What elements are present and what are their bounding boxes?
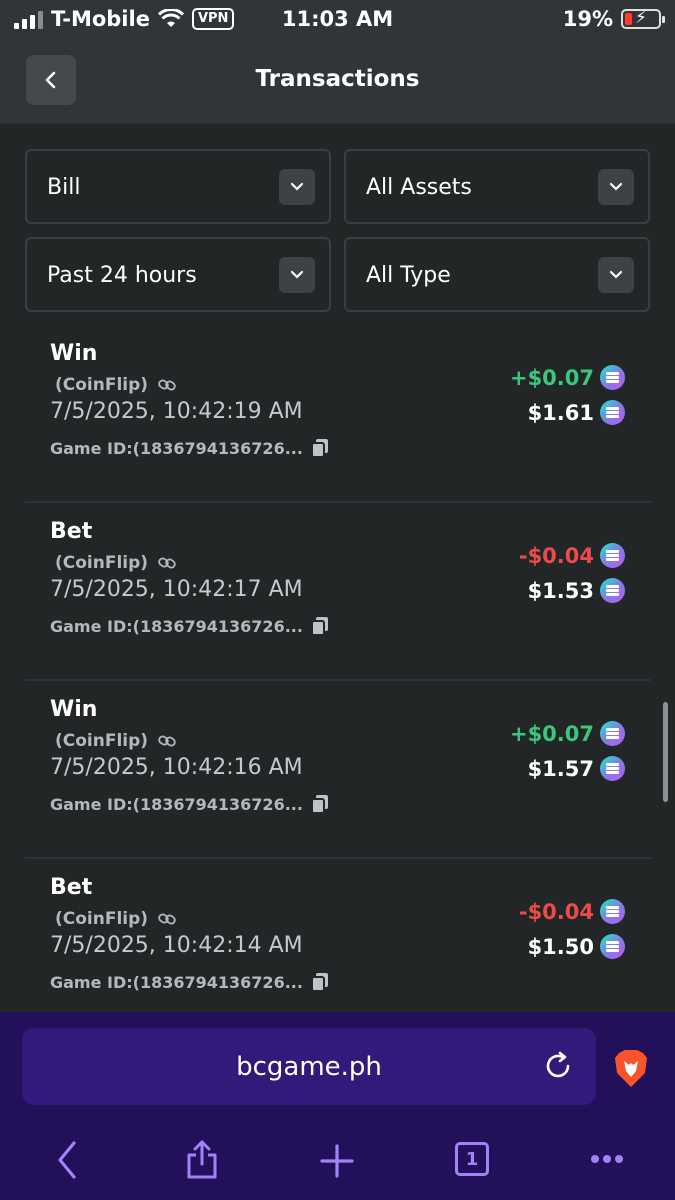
solana-coin-icon	[600, 400, 625, 425]
transaction-amount: -$0.04	[519, 543, 625, 568]
assets-filter[interactable]: All Assets	[344, 149, 650, 224]
transaction-type: Win	[50, 341, 98, 366]
page-title: Transactions	[255, 66, 420, 92]
browser-bottom-bar: bcgame.ph 1	[0, 1012, 675, 1200]
assets-filter-label: All Assets	[366, 175, 472, 200]
more-menu-icon[interactable]	[590, 1154, 624, 1164]
url-text: bcgame.ph	[236, 1052, 382, 1082]
period-filter[interactable]: Past 24 hours	[25, 237, 331, 312]
transaction-game[interactable]: (CoinFlip)	[55, 909, 176, 929]
chevron-down-icon	[279, 257, 315, 293]
game-id: Game ID:(1836794136726...	[50, 972, 330, 992]
balance-value: $1.61	[527, 400, 594, 425]
solana-coin-icon	[600, 365, 625, 390]
transaction-type: Bet	[50, 875, 93, 900]
solana-coin-icon	[600, 756, 625, 781]
amount-value: +$0.07	[509, 365, 594, 390]
solana-coin-icon	[600, 578, 625, 603]
copy-icon[interactable]	[310, 794, 330, 814]
transaction-game[interactable]: (CoinFlip)	[55, 731, 176, 751]
transaction-balance: $1.57	[528, 756, 625, 781]
transaction-balance: $1.53	[528, 578, 625, 603]
transaction-row[interactable]: Win (CoinFlip) 7/5/2025, 10:42:19 AM Gam…	[25, 325, 651, 503]
transaction-amount: +$0.07	[510, 365, 625, 390]
transaction-type: Win	[50, 697, 98, 722]
tab-count: 1	[465, 1148, 479, 1170]
transaction-type: Bet	[50, 519, 93, 544]
scrollbar[interactable]	[663, 702, 668, 802]
battery-icon: ⚡	[621, 8, 665, 29]
balance-value: $1.57	[527, 756, 594, 781]
share-icon[interactable]	[185, 1140, 219, 1180]
chevron-down-icon	[279, 169, 315, 205]
category-filter-label: Bill	[47, 175, 81, 200]
transaction-amount: -$0.04	[519, 899, 625, 924]
back-arrow-icon[interactable]	[54, 1140, 80, 1180]
game-name: (CoinFlip)	[55, 731, 149, 751]
game-name: (CoinFlip)	[55, 553, 149, 573]
transaction-balance: $1.61	[528, 400, 625, 425]
amount-value: +$0.07	[509, 721, 594, 746]
game-id: Game ID:(1836794136726...	[50, 616, 330, 636]
transaction-row[interactable]: Win (CoinFlip) 7/5/2025, 10:42:16 AM Gam…	[25, 681, 651, 859]
solana-coin-icon	[600, 543, 625, 568]
copy-icon[interactable]	[310, 616, 330, 636]
game-id-text: Game ID:(1836794136726...	[50, 794, 303, 814]
link-icon[interactable]	[158, 734, 176, 748]
status-bar: T-Mobile VPN 11:03 AM 19% ⚡	[0, 0, 675, 40]
game-id: Game ID:(1836794136726...	[50, 794, 330, 814]
game-id-text: Game ID:(1836794136726...	[50, 438, 303, 458]
solana-coin-icon	[600, 721, 625, 746]
transaction-game[interactable]: (CoinFlip)	[55, 375, 176, 395]
tabs-button[interactable]: 1	[455, 1142, 489, 1176]
transaction-row[interactable]: Bet (CoinFlip) 7/5/2025, 10:42:14 AM Gam…	[25, 859, 651, 1037]
app-header: Transactions	[0, 40, 675, 124]
copy-icon[interactable]	[310, 972, 330, 992]
game-id: Game ID:(1836794136726...	[50, 438, 330, 458]
transaction-game[interactable]: (CoinFlip)	[55, 553, 176, 573]
link-icon[interactable]	[158, 912, 176, 926]
battery-percent: 19%	[562, 7, 613, 31]
chevron-down-icon	[598, 257, 634, 293]
transaction-date: 7/5/2025, 10:42:16 AM	[50, 755, 303, 780]
transaction-date: 7/5/2025, 10:42:17 AM	[50, 577, 303, 602]
link-icon[interactable]	[158, 378, 176, 392]
solana-coin-icon	[600, 934, 625, 959]
type-filter-label: All Type	[366, 263, 451, 288]
transaction-list: Win (CoinFlip) 7/5/2025, 10:42:19 AM Gam…	[25, 325, 651, 1037]
transaction-amount: +$0.07	[510, 721, 625, 746]
copy-icon[interactable]	[310, 438, 330, 458]
balance-value: $1.50	[527, 934, 594, 959]
browser-toolbar: 1	[0, 1140, 675, 1200]
game-id-text: Game ID:(1836794136726...	[50, 616, 303, 636]
plus-icon[interactable]	[320, 1144, 354, 1178]
period-filter-label: Past 24 hours	[47, 263, 197, 288]
status-right: 19% ⚡	[562, 7, 665, 31]
link-icon[interactable]	[158, 556, 176, 570]
brave-lion-icon[interactable]	[613, 1049, 649, 1089]
chevron-down-icon	[598, 169, 634, 205]
solana-coin-icon	[600, 899, 625, 924]
balance-value: $1.53	[527, 578, 594, 603]
transaction-date: 7/5/2025, 10:42:14 AM	[50, 933, 303, 958]
type-filter[interactable]: All Type	[344, 237, 650, 312]
amount-value: -$0.04	[518, 899, 594, 924]
game-id-text: Game ID:(1836794136726...	[50, 972, 303, 992]
transaction-balance: $1.50	[528, 934, 625, 959]
amount-value: -$0.04	[518, 543, 594, 568]
reload-icon[interactable]	[542, 1050, 574, 1082]
game-name: (CoinFlip)	[55, 375, 149, 395]
transaction-row[interactable]: Bet (CoinFlip) 7/5/2025, 10:42:17 AM Gam…	[25, 503, 651, 681]
category-filter[interactable]: Bill	[25, 149, 331, 224]
address-bar[interactable]: bcgame.ph	[22, 1028, 596, 1105]
transaction-date: 7/5/2025, 10:42:19 AM	[50, 399, 303, 424]
game-name: (CoinFlip)	[55, 909, 149, 929]
